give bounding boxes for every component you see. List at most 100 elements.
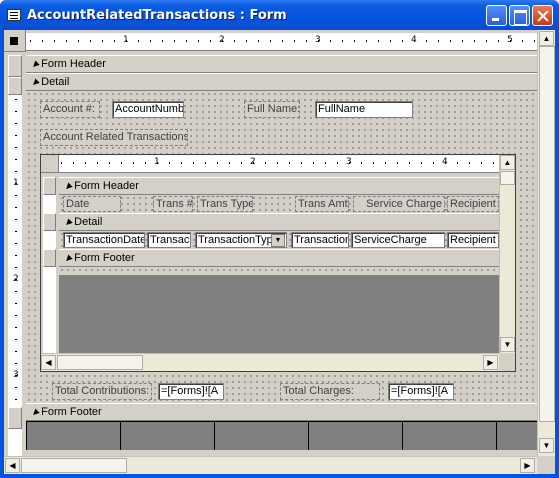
subform-horizontal-scrollbar[interactable]: ◀ ▶ [41, 353, 499, 371]
header-label-service-charge[interactable]: Service Charge [353, 196, 445, 212]
ruler-tick [229, 162, 230, 164]
subform-selector[interactable] [41, 155, 59, 173]
ruler-number: 3 [346, 157, 352, 167]
account-number-label[interactable]: Account #: [40, 101, 100, 118]
form-footer-bar[interactable]: Form Footer [26, 403, 537, 421]
dropdown-arrow-icon[interactable]: ▼ [271, 234, 285, 247]
subform-vertical-scroll-thumb[interactable] [500, 171, 515, 185]
field-transaction-number[interactable]: Transac [147, 232, 191, 248]
scroll-left-arrow-icon[interactable]: ◀ [5, 458, 20, 473]
ruler-tick [457, 162, 458, 164]
ruler-tick [193, 162, 194, 164]
detail-selector[interactable] [8, 77, 22, 95]
ruler-tick [102, 40, 103, 42]
ruler-tick [265, 162, 266, 164]
ruler-tick [426, 40, 427, 42]
form-header-bar[interactable]: Form Header [26, 55, 537, 73]
ruler-tick [330, 40, 331, 42]
field-service-charge[interactable]: ServiceCharge [351, 232, 445, 248]
scroll-right-arrow-icon[interactable]: ▶ [520, 458, 535, 473]
total-contributions-label[interactable]: Total Contributions: [52, 383, 152, 400]
subform-detail-selector[interactable] [43, 213, 56, 231]
vertical-ruler[interactable]: 1 2 3 [8, 95, 22, 407]
ruler-number: 3 [13, 370, 19, 380]
ruler-tick [246, 40, 247, 42]
header-label-date[interactable]: Date [63, 196, 121, 212]
ruler-tick [361, 162, 362, 164]
subform-header-section[interactable]: Date Trans # Trans Type Trans Amt Servic… [59, 195, 499, 213]
total-contributions-field[interactable]: =[Forms]![A [158, 383, 224, 400]
header-label-recipient[interactable]: Recipient [447, 196, 499, 212]
field-recipient[interactable]: Recipient [447, 232, 499, 248]
ruler-tick [73, 162, 74, 164]
header-label-trans-amt[interactable]: Trans Amt [295, 196, 349, 212]
vertical-scrollbar[interactable]: ▲ ▼ [537, 30, 555, 456]
subform-header-bar[interactable]: Form Header [59, 177, 499, 195]
subform-header-bar-label: Form Header [65, 180, 139, 192]
horizontal-scroll-thumb[interactable] [21, 458, 127, 473]
header-label-trans-type[interactable]: Trans Type [197, 196, 253, 212]
ruler-tick [498, 40, 499, 42]
subform-header-selector[interactable] [43, 177, 56, 195]
ruler-tick [402, 40, 403, 42]
subform-scroll-up-arrow-icon[interactable]: ▲ [500, 155, 515, 170]
subform-vertical-scrollbar[interactable]: ▲ ▼ [499, 155, 515, 353]
subform-horizontal-scroll-thumb[interactable] [57, 355, 143, 370]
ruler-tick [15, 123, 17, 124]
ruler-number: 1 [154, 157, 160, 167]
subform-footer-bar[interactable]: Form Footer [59, 249, 499, 267]
account-number-field[interactable]: AccountNumbe [112, 101, 184, 118]
ruler-tick [85, 162, 86, 164]
ruler-tick [181, 162, 182, 164]
transactions-subform[interactable]: 1 2 3 4 Form Header Date Trans # [40, 154, 516, 372]
field-transaction-amount[interactable]: Transaction [291, 232, 349, 248]
minimize-button[interactable] [486, 5, 507, 26]
form-footer-selector[interactable] [8, 407, 22, 429]
ruler-tick [15, 339, 17, 340]
total-charges-label[interactable]: Total Charges: [280, 383, 380, 400]
detail-section[interactable]: Account #: AccountNumbe Full Name: FullN… [26, 91, 537, 403]
ruler-tick [493, 162, 494, 164]
field-transaction-type-combo[interactable]: TransactionTyp ▼ [195, 232, 287, 248]
ruler-tick [15, 243, 17, 244]
subform-footer-section[interactable] [59, 267, 499, 275]
ruler-number: 4 [411, 35, 417, 45]
form-footer-bar-label: Form Footer [32, 406, 102, 418]
ruler-tick [409, 162, 410, 164]
full-name-label[interactable]: Full Name: [244, 101, 300, 118]
form-design-window: AccountRelatedTransactions : Form 1 2 3 4 5 … [0, 0, 559, 478]
scroll-down-arrow-icon[interactable]: ▼ [539, 438, 554, 453]
ruler-tick [15, 171, 17, 172]
subform-scroll-right-arrow-icon[interactable]: ▶ [483, 355, 498, 370]
ruler-tick [15, 255, 17, 256]
ruler-tick [270, 40, 271, 42]
ruler-tick [15, 291, 17, 292]
subform-footer-selector[interactable] [43, 249, 56, 267]
ruler-tick [78, 40, 79, 42]
subform-detail-section[interactable]: TransactionDate Transac TransactionTyp ▼… [59, 231, 499, 249]
subform-label[interactable]: Account Related Transactions [40, 129, 188, 146]
subform-scroll-left-arrow-icon[interactable]: ◀ [41, 355, 56, 370]
ruler-tick [438, 40, 439, 42]
form-header-selector[interactable] [8, 55, 22, 77]
ruler-tick [42, 40, 43, 42]
vertical-scroll-thumb[interactable] [539, 46, 555, 422]
subform-horizontal-ruler[interactable]: 1 2 3 4 [59, 155, 499, 173]
form-selector[interactable] [4, 30, 26, 52]
horizontal-ruler[interactable]: 1 2 3 4 5 [26, 33, 537, 51]
total-charges-field[interactable]: =[Forms]![A [388, 383, 454, 400]
header-label-trans-num[interactable]: Trans # [153, 196, 193, 212]
subform-scroll-down-arrow-icon[interactable]: ▼ [500, 337, 515, 352]
subform-detail-bar[interactable]: Detail [59, 213, 499, 231]
detail-bar[interactable]: Detail [26, 73, 537, 91]
ruler-tick [15, 327, 17, 328]
ruler-tick [289, 162, 290, 164]
scroll-up-arrow-icon[interactable]: ▲ [539, 31, 554, 46]
ruler-tick [66, 40, 67, 42]
field-transaction-date[interactable]: TransactionDate [63, 232, 145, 248]
maximize-button[interactable] [509, 5, 530, 26]
title-bar[interactable]: AccountRelatedTransactions : Form [0, 0, 559, 30]
horizontal-scrollbar[interactable]: ◀ ▶ [4, 456, 537, 474]
full-name-field[interactable]: FullName [315, 101, 413, 118]
close-button[interactable] [532, 5, 553, 26]
